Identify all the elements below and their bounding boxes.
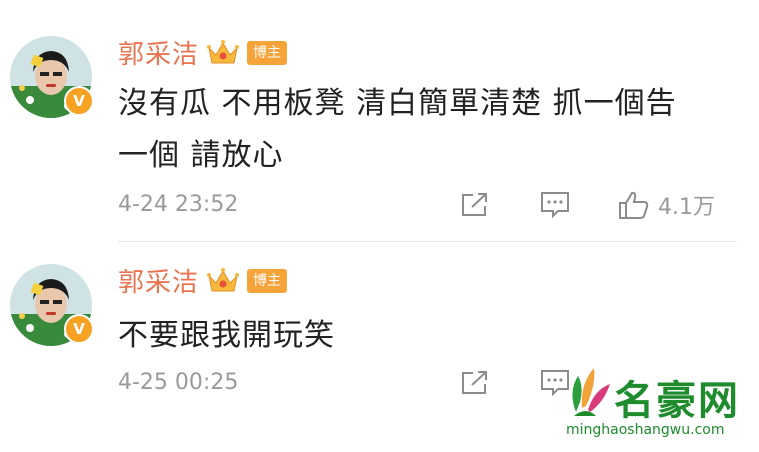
comment-button[interactable] — [540, 191, 570, 219]
comment-item: V 郭采洁 博主 沒有瓜 不用板凳 清白簡單清楚 抓一個告 一個 請放心 4-2… — [0, 0, 759, 244]
watermark: 名豪网 minghaoshangwu.com — [566, 360, 756, 440]
share-icon — [462, 192, 487, 216]
comment-line: 沒有瓜 不用板凳 清白簡單清楚 抓一個告 — [118, 86, 677, 121]
timestamp: 4-24 23:52 — [118, 192, 239, 217]
blogger-tag: 博主 — [247, 268, 288, 293]
username[interactable]: 郭采洁 — [118, 34, 199, 71]
share-icon — [462, 370, 487, 394]
timestamp: 4-25 00:25 — [118, 370, 239, 395]
blogger-tag: 博主 — [247, 40, 288, 65]
share-button[interactable] — [460, 192, 490, 218]
comment-text: 沒有瓜 不用板凳 清白簡單清楚 抓一個告 一個 請放心 — [118, 78, 738, 182]
username[interactable]: 郭采洁 — [118, 262, 199, 299]
like-button[interactable]: 4.1万 — [618, 189, 715, 221]
comment-icon — [541, 191, 569, 218]
comment-line: 不要跟我開玩笑 — [118, 318, 335, 353]
verified-icon: V — [64, 314, 94, 344]
watermark-logo-icon — [572, 368, 610, 416]
verified-icon: V — [64, 86, 94, 116]
like-count: 4.1万 — [658, 194, 715, 220]
crown-icon — [207, 267, 240, 295]
crown-icon — [207, 39, 240, 67]
share-button[interactable] — [460, 370, 490, 396]
comment-text: 不要跟我開玩笑 — [118, 310, 738, 362]
watermark-url: minghaoshangwu.com — [566, 422, 725, 438]
like-icon — [619, 191, 649, 219]
watermark-title: 名豪网 — [614, 378, 740, 424]
divider — [118, 241, 737, 242]
comment-line: 一個 請放心 — [118, 138, 284, 173]
